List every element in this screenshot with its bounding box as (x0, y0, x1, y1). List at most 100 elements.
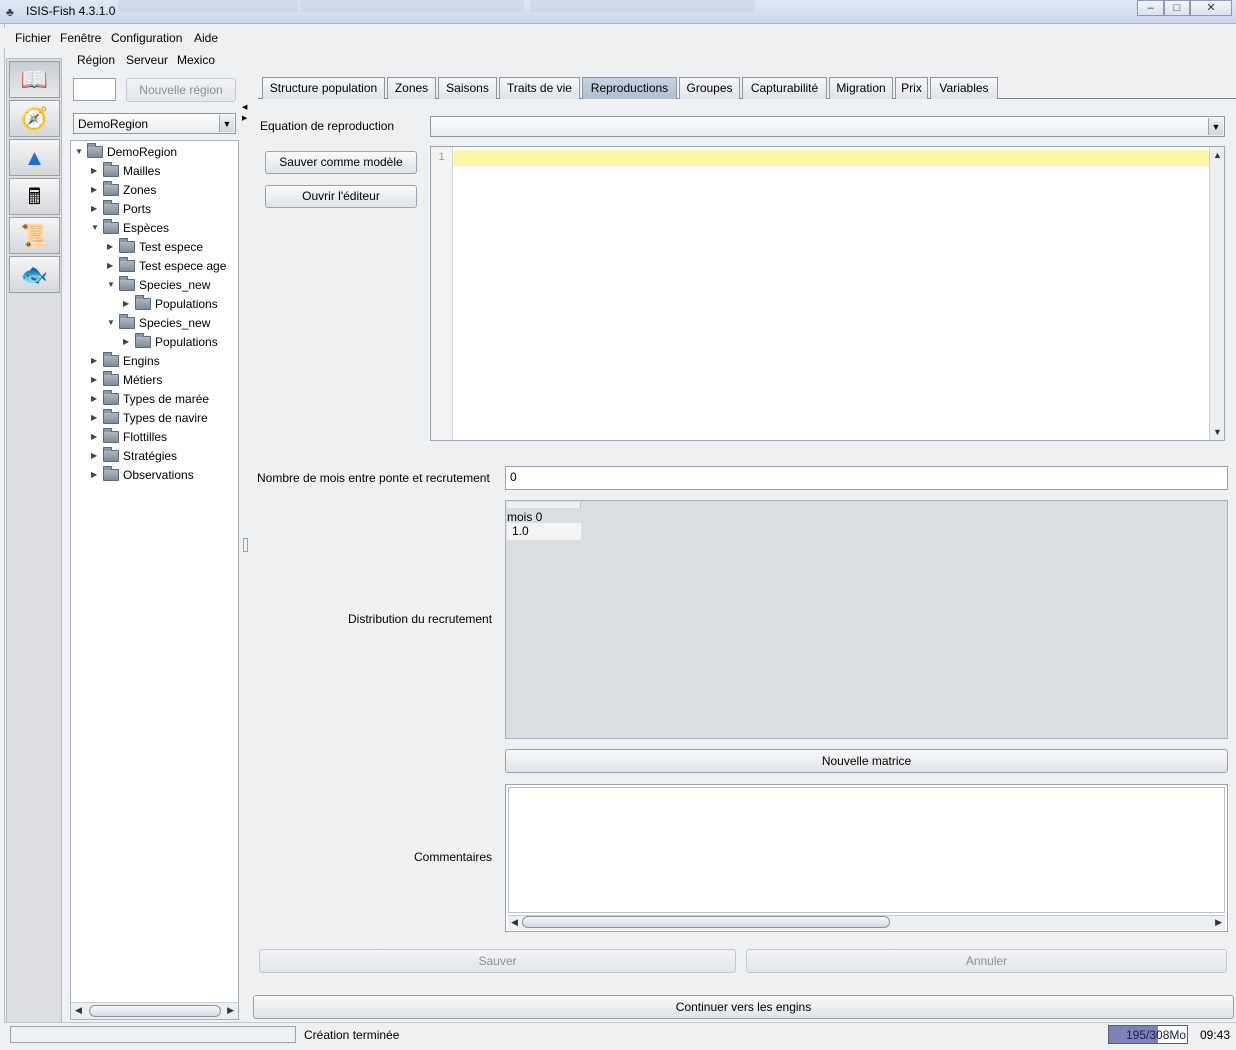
scroll-left-icon[interactable]: ◀ (75, 1005, 82, 1016)
continue-to-gears-button[interactable]: Continuer vers les engins (253, 995, 1234, 1019)
menu-mexico[interactable]: Mexico (177, 53, 215, 67)
equation-select[interactable]: ▼ (430, 116, 1225, 137)
tree-node-flottilles[interactable]: ▶ Flottilles (91, 427, 167, 447)
comments-textarea[interactable]: ◀ ▶ (505, 784, 1228, 932)
tab-migration[interactable]: Migration (829, 77, 893, 99)
recruitment-distribution-matrix[interactable]: mois 0 1.0 (505, 500, 1228, 739)
region-name-input[interactable] (73, 78, 116, 101)
tree-horizontal-scrollbar[interactable]: ◀ ▶ (71, 1002, 238, 1019)
chevron-down-icon: ▼ (1208, 118, 1223, 135)
equation-code-editor[interactable]: 1 ▲ ▼ (430, 146, 1225, 441)
tree-node-observations[interactable]: ▶ Observations (91, 465, 194, 485)
tab-saisons[interactable]: Saisons (438, 77, 497, 99)
save-button[interactable]: Sauver (259, 949, 736, 973)
scroll-right-icon[interactable]: ▶ (1215, 917, 1222, 928)
minimize-button[interactable]: ‒ (1137, 0, 1164, 16)
tree-node-metiers[interactable]: ▶ Métiers (91, 370, 162, 390)
tree-node-especes[interactable]: ▼ Espèces (91, 218, 169, 238)
tree-node-mailles[interactable]: ▶ Mailles (91, 161, 160, 181)
menu-region[interactable]: Région (77, 53, 115, 67)
region-select[interactable]: DemoRegion ▼ (73, 113, 236, 134)
matrix-cell[interactable]: 1.0 (507, 523, 581, 540)
book-icon[interactable]: 📖 (9, 61, 60, 98)
menu-serveur[interactable]: Serveur (126, 53, 168, 67)
scrollbar-thumb[interactable] (522, 916, 890, 928)
notes-icon[interactable]: 📜 (9, 217, 60, 254)
new-matrix-button[interactable]: Nouvelle matrice (505, 749, 1228, 773)
menu-fichier[interactable]: Fichier (15, 31, 51, 45)
tree-node-populations[interactable]: ▶ Populations (123, 294, 218, 314)
scrollbar-thumb[interactable] (89, 1005, 221, 1017)
scroll-right-icon[interactable]: ▶ (227, 1005, 234, 1016)
region-tree[interactable]: ▼ DemoRegion ▶ Mailles ▶ Zones ▶ Ports ▼ Espè… (70, 140, 239, 1020)
tree-node-demoregion[interactable]: ▼ DemoRegion (75, 142, 177, 162)
expand-right-icon[interactable]: ▶ (242, 114, 247, 122)
tab-capturabilite[interactable]: Capturabilité (742, 77, 827, 99)
tree-node-types-de-maree[interactable]: ▶ Types de marée (91, 389, 209, 409)
open-editor-button[interactable]: Ouvrir l'éditeur (265, 185, 417, 208)
line-number: 1 (438, 151, 445, 163)
menu-fenetre[interactable]: Fenêtre (60, 31, 101, 45)
collapsed-triangle-icon[interactable]: ▶ (91, 432, 103, 441)
expanded-triangle-icon[interactable]: ▼ (107, 280, 119, 289)
tree-node-ports[interactable]: ▶ Ports (91, 199, 151, 219)
months-label: Nombre de mois entre ponte et recrutemen… (257, 471, 490, 485)
tree-node-test-espece-age[interactable]: ▶ Test espece age (107, 256, 226, 276)
calculator-icon[interactable]: 🖩 (9, 178, 60, 215)
comments-text[interactable] (508, 787, 1225, 913)
collapsed-triangle-icon[interactable]: ▶ (91, 394, 103, 403)
collapsed-triangle-icon[interactable]: ▶ (91, 470, 103, 479)
tree-node-populations[interactable]: ▶ Populations (123, 332, 218, 352)
collapsed-triangle-icon[interactable]: ▶ (91, 413, 103, 422)
collapsed-triangle-icon[interactable]: ▶ (107, 261, 119, 270)
expanded-triangle-icon[interactable]: ▼ (75, 147, 87, 156)
save-as-template-button[interactable]: Sauver comme modèle (265, 151, 417, 174)
tab-structure-population[interactable]: Structure population (262, 77, 385, 99)
scroll-down-icon[interactable]: ▼ (1213, 427, 1222, 437)
tree-node-species-new[interactable]: ▼ Species_new (107, 275, 210, 295)
tab-reproductions[interactable]: Reproductions (582, 77, 677, 99)
comments-horizontal-scrollbar[interactable]: ◀ ▶ (508, 915, 1225, 930)
tree-node-zones[interactable]: ▶ Zones (91, 180, 156, 200)
tree-node-test-espece[interactable]: ▶ Test espece (107, 237, 203, 257)
collapsed-triangle-icon[interactable]: ▶ (91, 204, 103, 213)
scroll-left-icon[interactable]: ◀ (511, 917, 518, 928)
collapsed-triangle-icon[interactable]: ▶ (91, 166, 103, 175)
menu-configuration[interactable]: Configuration (111, 31, 182, 45)
tree-node-strategies[interactable]: ▶ Stratégies (91, 446, 177, 466)
folder-icon (103, 351, 119, 367)
compass-icon[interactable]: 🧭 (9, 100, 60, 137)
collapse-left-icon[interactable]: ◀ (242, 103, 247, 111)
collapsed-triangle-icon[interactable]: ▶ (91, 356, 103, 365)
collapsed-triangle-icon[interactable]: ▶ (107, 242, 119, 251)
close-button[interactable]: ✕ (1190, 0, 1232, 16)
cancel-button[interactable]: Annuler (746, 949, 1227, 973)
months-input[interactable]: 0 (505, 466, 1228, 490)
tab-groupes[interactable]: Groupes (679, 77, 740, 99)
maximize-button[interactable]: □ (1164, 0, 1190, 16)
tab-zones[interactable]: Zones (387, 77, 436, 99)
collapsed-triangle-icon[interactable]: ▶ (91, 375, 103, 384)
collapsed-triangle-icon[interactable]: ▶ (123, 299, 135, 308)
split-pane-divider[interactable]: ◀ ▶ (241, 98, 251, 1020)
expanded-triangle-icon[interactable]: ▼ (107, 318, 119, 327)
3d-surface-icon[interactable]: ▲ (9, 139, 60, 176)
tree-node-types-de-navire[interactable]: ▶ Types de navire (91, 408, 208, 428)
tab-traits-de-vie[interactable]: Traits de vie (499, 77, 580, 99)
collapsed-triangle-icon[interactable]: ▶ (91, 451, 103, 460)
collapsed-triangle-icon[interactable]: ▶ (91, 185, 103, 194)
folder-icon (103, 161, 119, 177)
splitter-grip[interactable] (243, 538, 248, 552)
collapsed-triangle-icon[interactable]: ▶ (123, 337, 135, 346)
memory-usage-gauge[interactable]: 195/308Mo (1108, 1025, 1188, 1044)
new-region-button[interactable]: Nouvelle région (126, 78, 236, 102)
scroll-up-icon[interactable]: ▲ (1213, 150, 1222, 160)
expanded-triangle-icon[interactable]: ▼ (91, 223, 103, 232)
fish-icon[interactable]: 🐟 (9, 256, 60, 293)
tab-prix[interactable]: Prix (895, 77, 928, 99)
menu-aide[interactable]: Aide (194, 31, 218, 45)
tree-node-engins[interactable]: ▶ Engins (91, 351, 160, 371)
tree-node-species-new[interactable]: ▼ Species_new (107, 313, 210, 333)
editor-vertical-scrollbar[interactable]: ▲ ▼ (1209, 147, 1224, 440)
tab-variables[interactable]: Variables (930, 77, 998, 99)
